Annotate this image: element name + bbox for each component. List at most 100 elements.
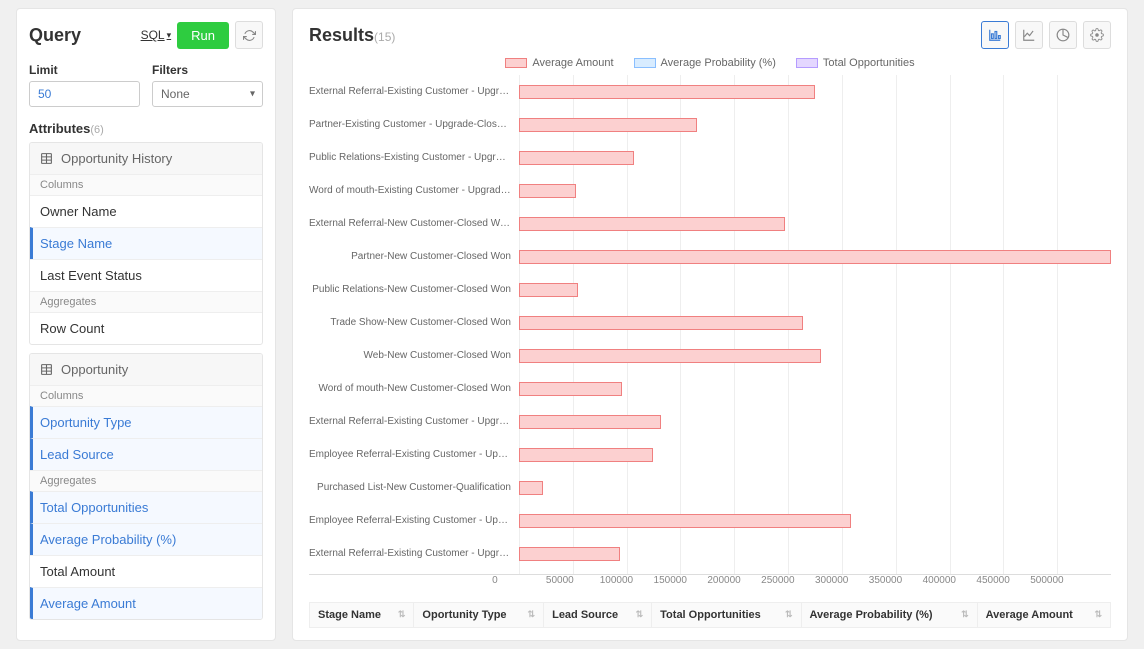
chart-bar[interactable] xyxy=(519,382,622,396)
chart-bar-track xyxy=(519,209,1111,239)
chart-bar[interactable] xyxy=(519,283,578,297)
chart-bar[interactable] xyxy=(519,514,851,528)
chart-bar[interactable] xyxy=(519,118,697,132)
pie-chart-icon xyxy=(1056,28,1070,42)
column-label: Lead Source xyxy=(552,609,618,621)
columns-subhead: Columns xyxy=(30,385,262,406)
chart-category-label: Partner-Existing Customer - Upgrade-Clos… xyxy=(309,119,519,130)
chart-legend: Average Amount Average Probability (%) Tot… xyxy=(309,57,1111,69)
chart-category-label: Employee Referral-Existing Customer - Up… xyxy=(309,515,519,526)
pie-chart-button[interactable] xyxy=(1049,21,1077,49)
column-label: Oportunity Type xyxy=(422,609,506,621)
chart-row: Employee Referral-Existing Customer - Up… xyxy=(309,440,1111,470)
attribute-item[interactable]: Total Opportunities xyxy=(30,491,262,523)
chart-row: Partner-New Customer-Closed Won xyxy=(309,242,1111,272)
x-axis-tick: 100000 xyxy=(600,575,654,586)
chart-row: Public Relations-Existing Customer - Upg… xyxy=(309,143,1111,173)
x-axis-tick: 200000 xyxy=(707,575,761,586)
chart-bar-track xyxy=(519,440,1111,470)
attribute-item[interactable]: Average Probability (%) xyxy=(30,523,262,555)
filters-select[interactable]: None xyxy=(152,81,263,107)
chart-row: Public Relations-New Customer-Closed Won xyxy=(309,275,1111,305)
chart-row: Employee Referral-Existing Customer - Up… xyxy=(309,506,1111,536)
chart-bar[interactable] xyxy=(519,316,803,330)
chart-category-label: External Referral-Existing Customer - Up… xyxy=(309,86,519,97)
legend-swatch xyxy=(634,58,656,68)
sort-icon: ⇅ xyxy=(398,609,406,620)
chart-bar[interactable] xyxy=(519,85,815,99)
column-label: Total Opportunities xyxy=(660,609,761,621)
attribute-item[interactable]: Stage Name xyxy=(30,227,262,259)
attribute-item[interactable]: Oportunity Type xyxy=(30,406,262,438)
aggregates-subhead: Aggregates xyxy=(30,291,262,312)
attribute-item[interactable]: Owner Name xyxy=(30,195,262,227)
sort-icon: ⇅ xyxy=(636,609,644,620)
sort-icon: ⇅ xyxy=(961,609,969,620)
chart-bar-track xyxy=(519,407,1111,437)
table-column-header[interactable]: Total Opportunities⇅ xyxy=(652,603,801,628)
attribute-block: Opportunity HistoryColumnsOwner NameStag… xyxy=(29,142,263,345)
table-column-header[interactable]: Average Amount⇅ xyxy=(977,603,1110,628)
chart-bar[interactable] xyxy=(519,547,620,561)
chart-category-label: Word of mouth-Existing Customer - Upgrad… xyxy=(309,185,519,196)
table-column-header[interactable]: Lead Source ⇅ xyxy=(544,603,652,628)
x-axis-tick: 300000 xyxy=(815,575,869,586)
chart-bar[interactable] xyxy=(519,217,785,231)
bar-chart-icon xyxy=(988,28,1002,42)
attributes-header: Attributes xyxy=(29,121,90,136)
line-chart-icon xyxy=(1022,28,1036,42)
attribute-item[interactable]: Row Count xyxy=(30,312,262,344)
attribute-item[interactable]: Last Event Status xyxy=(30,259,262,291)
chart-bar-track xyxy=(519,473,1111,503)
table-column-header[interactable]: Average Probability (%)⇅ xyxy=(801,603,977,628)
chart-row: Partner-Existing Customer - Upgrade-Clos… xyxy=(309,110,1111,140)
refresh-button[interactable] xyxy=(235,21,263,49)
legend-item[interactable]: Total Opportunities xyxy=(796,57,915,69)
x-axis-tick: 150000 xyxy=(654,575,708,586)
chart-row: External Referral-New Customer-Closed Wo… xyxy=(309,209,1111,239)
sql-dropdown[interactable]: SQL ▾ xyxy=(141,28,172,42)
chart-row: External Referral-Existing Customer - Up… xyxy=(309,77,1111,107)
chart-row: External Referral-Existing Customer - Up… xyxy=(309,407,1111,437)
chart-bar[interactable] xyxy=(519,349,821,363)
chart-category-label: External Referral-Existing Customer - Up… xyxy=(309,416,519,427)
attribute-item[interactable]: Total Amount xyxy=(30,555,262,587)
legend-item[interactable]: Average Amount xyxy=(505,57,613,69)
legend-swatch xyxy=(796,58,818,68)
attribute-table-header[interactable]: Opportunity History xyxy=(30,143,262,174)
chart-row: Word of mouth-Existing Customer - Upgrad… xyxy=(309,176,1111,206)
chart-bar[interactable] xyxy=(519,250,1111,264)
chart-area: External Referral-Existing Customer - Up… xyxy=(309,75,1111,586)
chart-category-label: External Referral-Existing Customer - Up… xyxy=(309,548,519,559)
line-chart-button[interactable] xyxy=(1015,21,1043,49)
query-title: Query xyxy=(29,25,81,46)
table-icon xyxy=(40,152,53,165)
chart-bar[interactable] xyxy=(519,184,576,198)
x-axis-tick: 450000 xyxy=(976,575,1030,586)
table-column-header[interactable]: Stage Name ⇅ xyxy=(310,603,414,628)
attribute-item[interactable]: Lead Source xyxy=(30,438,262,470)
table-column-header[interactable]: Oportunity Type⇅ xyxy=(414,603,544,628)
chart-category-label: Trade Show-New Customer-Closed Won xyxy=(309,317,519,328)
run-button[interactable]: Run xyxy=(177,22,229,49)
x-axis-tick: 250000 xyxy=(761,575,815,586)
chart-bar-track xyxy=(519,176,1111,206)
chart-bar[interactable] xyxy=(519,415,661,429)
attribute-item[interactable]: Average Amount xyxy=(30,587,262,619)
chart-category-label: Purchased List-New Customer-Qualificatio… xyxy=(309,482,519,493)
bar-chart-button[interactable] xyxy=(981,21,1009,49)
chart-bar[interactable] xyxy=(519,481,543,495)
chart-bar-track xyxy=(519,341,1111,371)
column-label: Stage Name xyxy=(318,609,381,621)
chart-bar[interactable] xyxy=(519,448,653,462)
attribute-table-header[interactable]: Opportunity xyxy=(30,354,262,385)
filters-label: Filters xyxy=(152,63,263,77)
settings-button[interactable] xyxy=(1083,21,1111,49)
chart-row: Trade Show-New Customer-Closed Won xyxy=(309,308,1111,338)
chart-bar[interactable] xyxy=(519,151,634,165)
chart-bar-track xyxy=(519,506,1111,536)
limit-input[interactable] xyxy=(29,81,140,107)
columns-subhead: Columns xyxy=(30,174,262,195)
chart-bar-track xyxy=(519,242,1111,272)
legend-item[interactable]: Average Probability (%) xyxy=(634,57,776,69)
